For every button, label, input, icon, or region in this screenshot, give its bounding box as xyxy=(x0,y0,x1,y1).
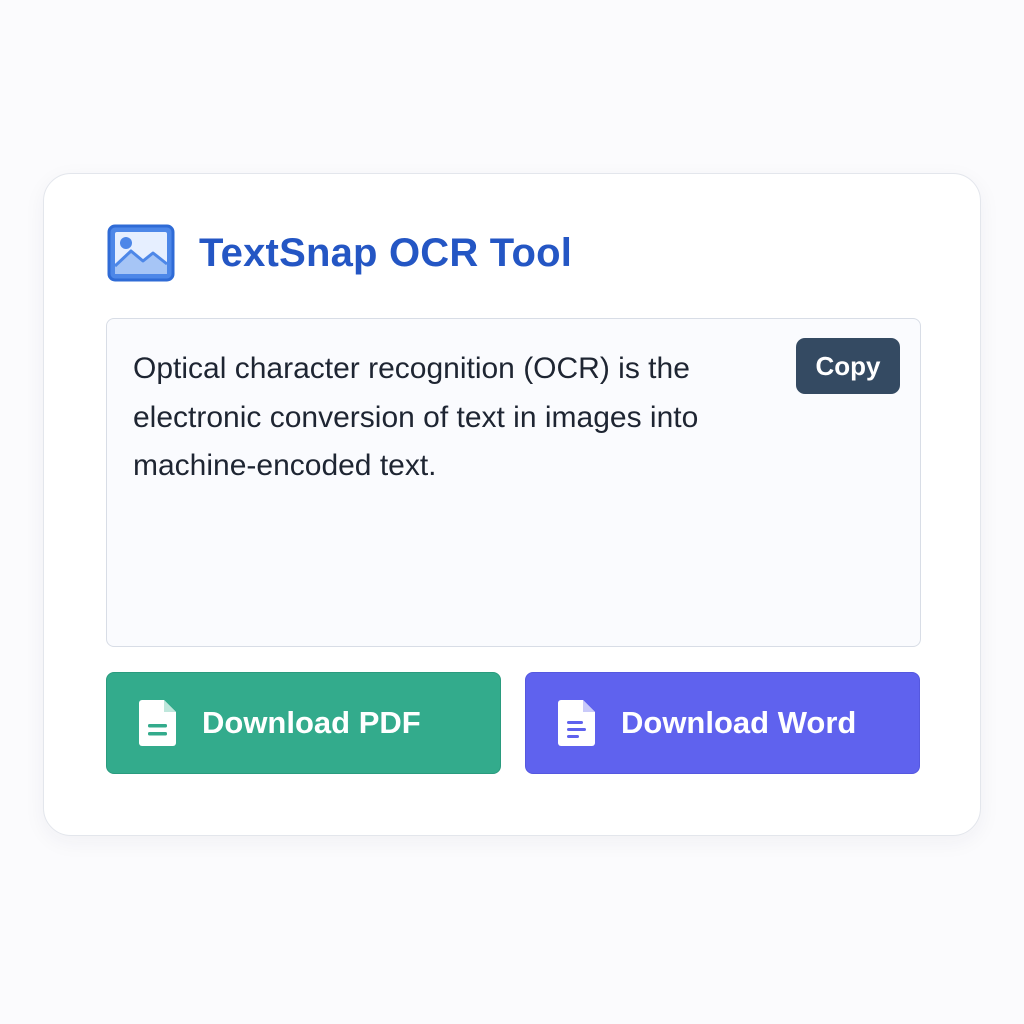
ocr-card: TextSnap OCR Tool Optical character reco… xyxy=(43,173,981,836)
download-word-label: Download Word xyxy=(621,705,857,740)
ocr-result-textarea[interactable]: Optical character recognition (OCR) is t… xyxy=(106,318,921,647)
document-icon xyxy=(139,700,176,746)
document-icon xyxy=(558,700,595,746)
copy-button[interactable]: Copy xyxy=(796,338,900,394)
download-pdf-button[interactable]: Download PDF xyxy=(106,672,501,774)
app-header: TextSnap OCR Tool xyxy=(107,224,572,282)
download-pdf-label: Download PDF xyxy=(202,705,421,740)
image-icon xyxy=(107,224,175,282)
download-word-button[interactable]: Download Word xyxy=(525,672,920,774)
app-title: TextSnap OCR Tool xyxy=(199,230,573,275)
ocr-result-text: Optical character recognition (OCR) is t… xyxy=(133,352,699,482)
